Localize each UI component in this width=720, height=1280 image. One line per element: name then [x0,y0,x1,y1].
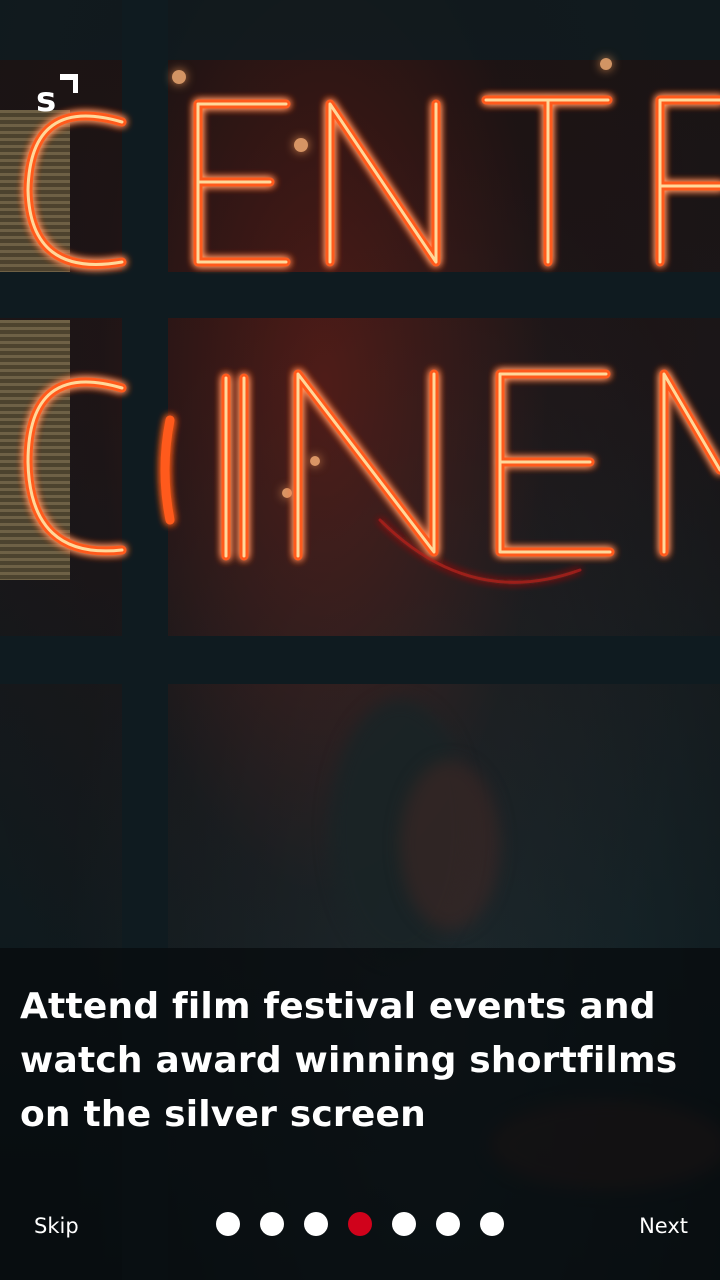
brand-logo-graphic: s [36,74,79,120]
brand-logo-icon: s [36,74,79,120]
page-dot[interactable] [304,1212,328,1236]
page-indicator [216,1212,504,1236]
next-button[interactable]: Next [639,1208,688,1244]
page-dot[interactable] [392,1212,416,1236]
onboarding-screen: s Attend film festival events and watch … [0,0,720,1280]
skip-button[interactable]: Skip [34,1208,79,1244]
page-dot[interactable] [260,1212,284,1236]
page-dot[interactable] [216,1212,240,1236]
svg-text:s: s [36,80,56,114]
page-dot[interactable] [436,1212,460,1236]
page-dot-active[interactable] [348,1212,372,1236]
slide-caption: Attend film festival events and watch aw… [20,986,678,1135]
person-silhouette [400,760,500,930]
neon-sign-graphic [23,95,720,584]
page-dot[interactable] [480,1212,504,1236]
